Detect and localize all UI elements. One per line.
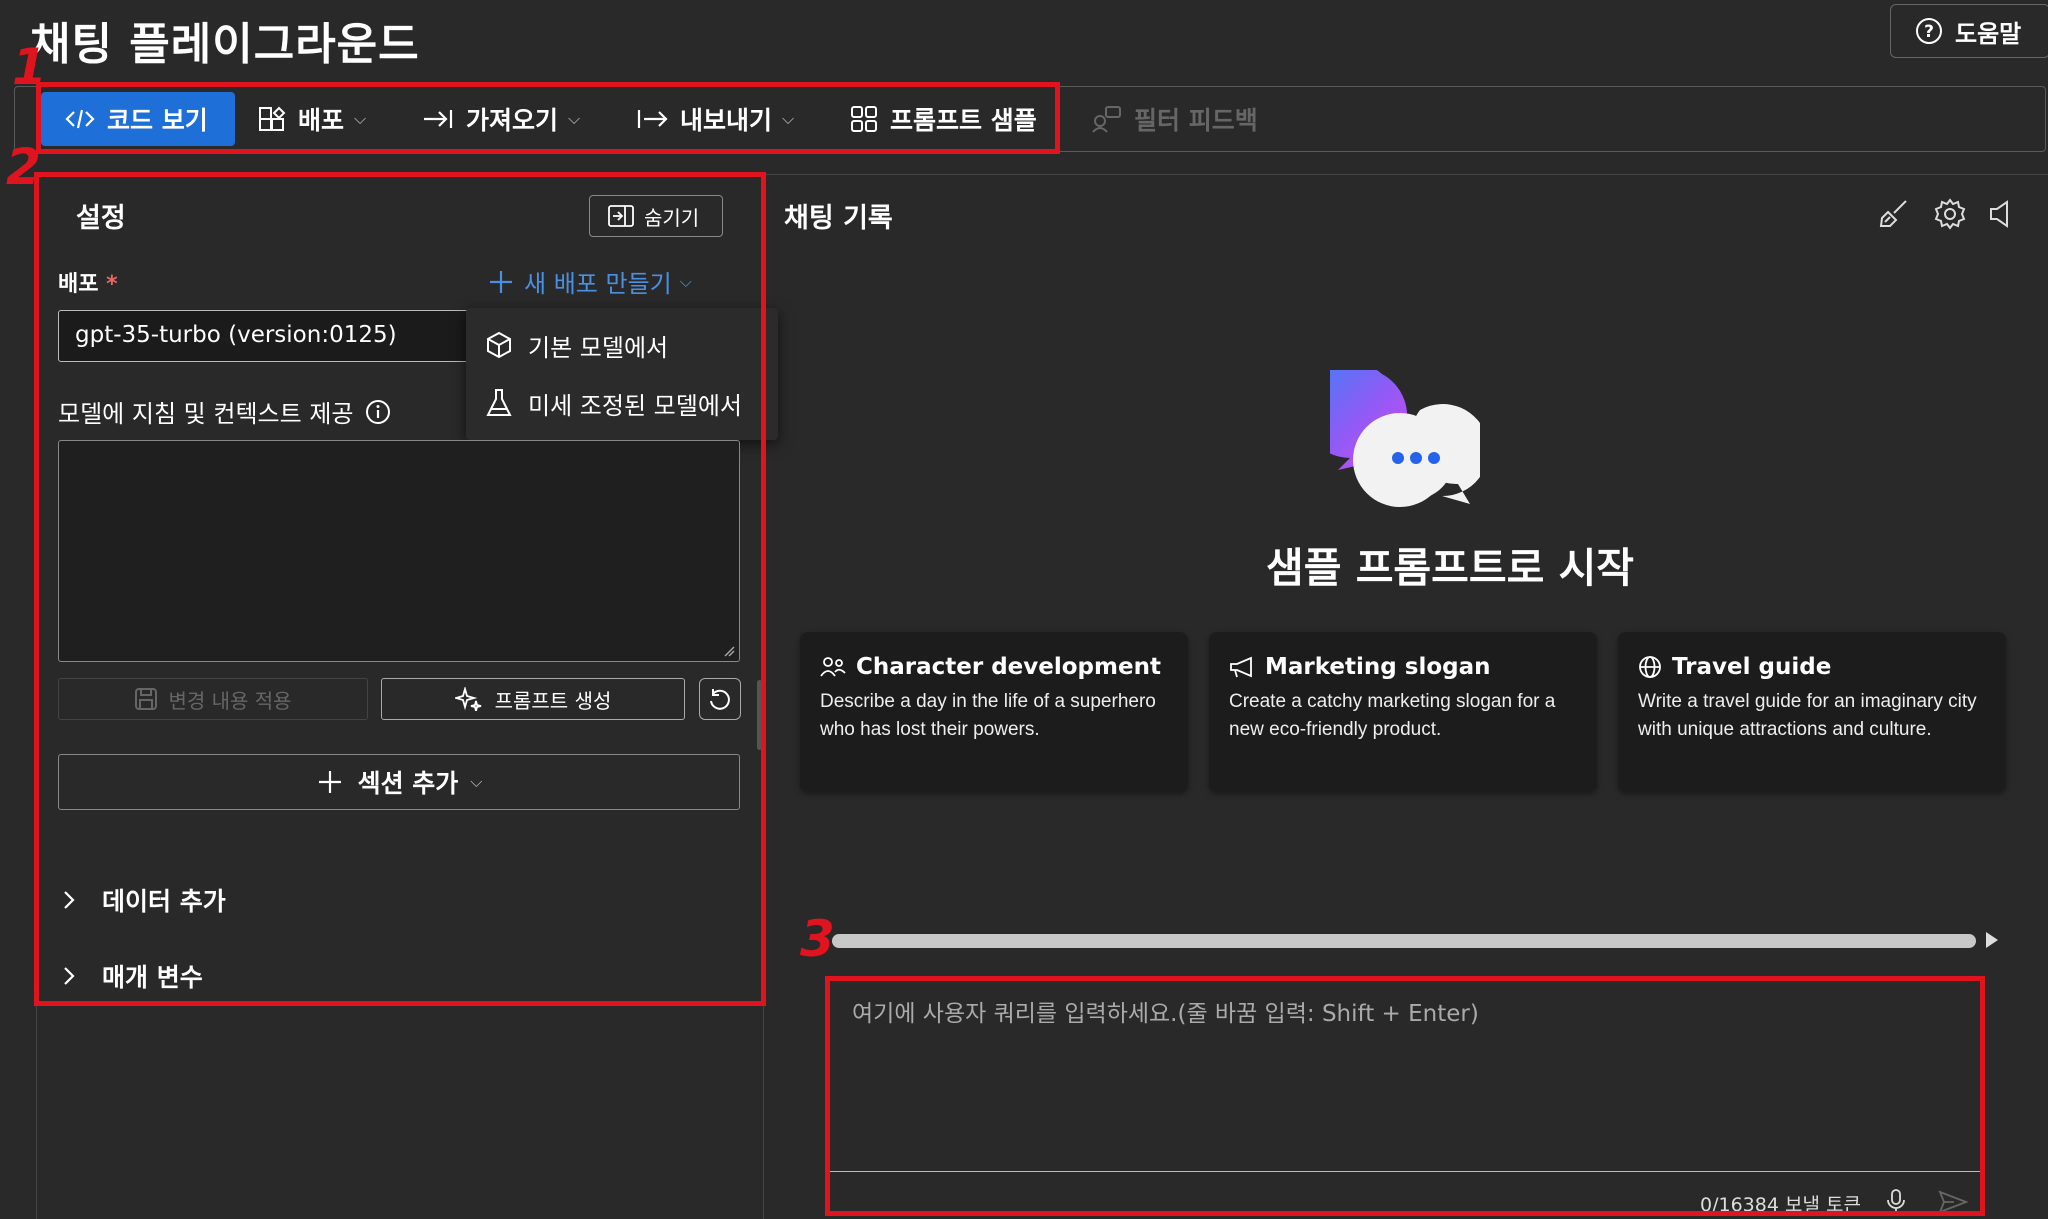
sample-card-character[interactable]: Character development Describe a day in … xyxy=(800,632,1188,792)
sample-card-travel[interactable]: Travel guide Write a travel guide for an… xyxy=(1618,632,2006,792)
help-button[interactable]: ? 도움말 xyxy=(1890,4,2048,58)
card-title: Marketing slogan xyxy=(1265,654,1491,680)
card-description: Create a catchy marketing slogan for a n… xyxy=(1229,691,1556,740)
horizontal-scrollbar[interactable] xyxy=(832,934,1976,948)
gear-icon[interactable] xyxy=(1934,198,1966,230)
annotation-number-1: 1 xyxy=(12,38,47,96)
speaker-icon[interactable] xyxy=(1988,198,2012,230)
card-description: Write a travel guide for an imaginary ci… xyxy=(1638,691,1977,740)
annotation-box-2 xyxy=(34,172,766,1006)
help-icon: ? xyxy=(1915,17,1943,45)
megaphone-icon xyxy=(1229,656,1255,678)
clear-chat-icon[interactable] xyxy=(1878,198,1910,230)
sample-card-marketing[interactable]: Marketing slogan Create a catchy marketi… xyxy=(1209,632,1597,792)
empty-state-title: 샘플 프롬프트로 시작 xyxy=(1265,544,1635,592)
card-description: Describe a day in the life of a superher… xyxy=(820,691,1156,740)
annotation-number-2: 2 xyxy=(6,138,41,196)
filter-feedback-button[interactable]: 필터 피드백 xyxy=(1092,92,1258,146)
chat-history-title: 채팅 기록 xyxy=(784,203,893,234)
person-feedback-icon xyxy=(1092,105,1122,133)
svg-text:?: ? xyxy=(1924,22,1934,42)
annotation-box-1 xyxy=(36,82,1060,154)
card-title: Character development xyxy=(856,654,1161,680)
scroll-right-arrow-icon[interactable] xyxy=(1986,932,1998,948)
globe-icon xyxy=(1638,655,1662,679)
people-icon xyxy=(820,656,846,678)
annotation-number-3: 3 xyxy=(800,910,835,968)
page-title: 채팅 플레이그라운드 xyxy=(30,19,420,70)
help-label: 도움말 xyxy=(1955,19,2022,48)
card-title: Travel guide xyxy=(1672,654,1832,680)
annotation-box-3 xyxy=(825,976,1985,1216)
chat-bubbles-icon xyxy=(1330,370,1480,510)
